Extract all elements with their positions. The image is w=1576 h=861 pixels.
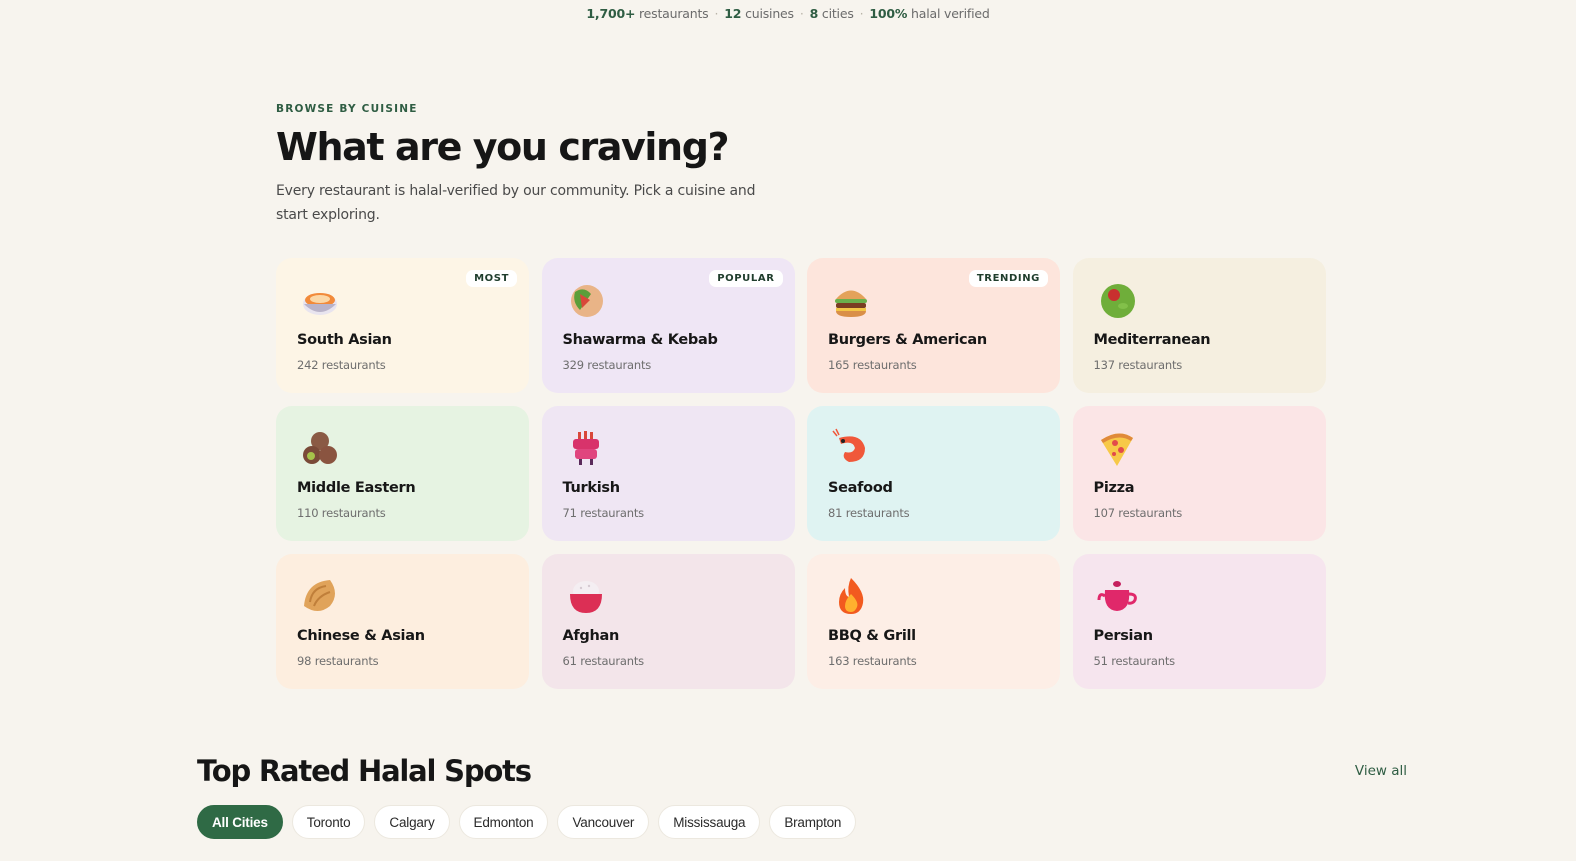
- burger-icon: [831, 280, 871, 320]
- cuisine-card-mediterranean[interactable]: Mediterranean 137 restaurants: [1072, 258, 1326, 393]
- cuisine-name: Chinese & Asian: [297, 628, 425, 644]
- cuisine-name: Burgers & American: [828, 332, 987, 348]
- stat-label: halal verified: [911, 6, 990, 21]
- cuisine-card-bbq-grill[interactable]: BBQ & Grill 163 restaurants: [807, 554, 1060, 689]
- cuisine-count: 71 restaurants: [562, 506, 645, 520]
- section-heading: What are you craving?: [276, 125, 730, 169]
- city-chip-edmonton[interactable]: Edmonton: [458, 805, 549, 839]
- city-chip-mississauga[interactable]: Mississauga: [658, 805, 761, 839]
- stats-bar: 1,700+ restaurants · 12 cuisines · 8 cities ·…: [0, 6, 1576, 21]
- section-subtitle: Every restaurant is halal-verified by ou…: [276, 182, 756, 223]
- stat-item: 8 cities: [810, 6, 854, 21]
- cuisine-badge: POPULAR: [709, 270, 783, 287]
- pizza-slice-icon: [1097, 428, 1137, 468]
- cuisine-card-shawarma-kebab[interactable]: POPULAR Shawarma & Kebab 329 restaurants: [541, 258, 795, 393]
- city-chip-vancouver[interactable]: Vancouver: [557, 805, 650, 839]
- cuisine-name: Pizza: [1093, 480, 1135, 496]
- cuisine-count: 242 restaurants: [297, 358, 386, 372]
- top-rated-heading: Top Rated Halal Spots: [197, 754, 532, 788]
- cuisine-name: South Asian: [297, 332, 392, 348]
- cuisine-card-afghan[interactable]: Afghan 61 restaurants: [541, 554, 795, 689]
- cuisine-name: Seafood: [828, 480, 893, 496]
- stat-item: 100% halal verified: [869, 6, 989, 21]
- cuisine-count: 110 restaurants: [297, 506, 386, 520]
- cuisine-card-turkish[interactable]: Turkish 71 restaurants: [541, 406, 795, 541]
- cuisine-name: Middle Eastern: [297, 480, 416, 496]
- city-chip-brampton[interactable]: Brampton: [769, 805, 857, 839]
- stat-label: cuisines: [745, 6, 794, 21]
- cuisine-count: 163 restaurants: [828, 654, 917, 668]
- cuisine-count: 51 restaurants: [1093, 654, 1176, 668]
- stat-value: 1,700+: [586, 6, 636, 21]
- cuisine-count: 98 restaurants: [297, 654, 379, 668]
- cuisine-card-chinese-asian[interactable]: Chinese & Asian 98 restaurants: [276, 554, 529, 689]
- cuisine-card-middle-eastern[interactable]: Middle Eastern 110 restaurants: [276, 406, 529, 541]
- stat-value: 8: [809, 6, 819, 21]
- stats-separator: ·: [714, 6, 719, 21]
- stat-value: 12: [724, 6, 742, 21]
- city-chip-toronto[interactable]: Toronto: [291, 805, 366, 839]
- cuisine-badge: TRENDING: [968, 270, 1048, 287]
- doner-grill-icon: [566, 428, 606, 468]
- cuisine-card-south-asian[interactable]: MOST South Asian 242 restaurants: [276, 258, 529, 393]
- cuisine-count: 329 restaurants: [562, 358, 652, 372]
- cuisine-count: 61 restaurants: [562, 654, 645, 668]
- cuisine-card-persian[interactable]: Persian 51 restaurants: [1072, 554, 1326, 689]
- stat-label: cities: [821, 6, 854, 21]
- city-chip-calgary[interactable]: Calgary: [374, 805, 450, 839]
- curry-bowl-icon: [300, 280, 340, 320]
- falafel-icon: [300, 428, 340, 468]
- rice-bowl-icon: [566, 576, 606, 616]
- shrimp-icon: [831, 428, 871, 468]
- stat-label: restaurants: [639, 6, 709, 21]
- cuisine-name: Mediterranean: [1093, 332, 1211, 348]
- cuisine-badge: MOST: [466, 270, 517, 287]
- cuisine-name: Turkish: [562, 480, 621, 496]
- city-filter-chips: All Cities Toronto Calgary Edmonton Vancouve…: [197, 805, 857, 839]
- section-eyebrow: BROWSE BY CUISINE: [276, 103, 418, 115]
- stat-value: 100%: [869, 6, 908, 21]
- stats-separator: ·: [799, 6, 804, 21]
- cuisine-count: 81 restaurants: [828, 506, 910, 520]
- olive-icon: [1097, 280, 1137, 320]
- cuisine-name: Shawarma & Kebab: [562, 332, 718, 348]
- cuisine-name: Persian: [1093, 628, 1154, 644]
- shawarma-wrap-icon: [566, 280, 606, 320]
- cuisine-count: 137 restaurants: [1093, 358, 1183, 372]
- cuisine-card-burgers-american[interactable]: TRENDING Burgers & American 165 restaurant…: [807, 258, 1060, 393]
- browse-by-cuisine-section: BROWSE BY CUISINE What are you craving? …: [276, 103, 1328, 227]
- cuisine-count: 107 restaurants: [1093, 506, 1183, 520]
- fire-icon: [831, 576, 871, 616]
- cuisine-card-seafood[interactable]: Seafood 81 restaurants: [807, 406, 1060, 541]
- stat-item: 12 cuisines: [724, 6, 794, 21]
- city-chip-all-cities[interactable]: All Cities: [197, 805, 283, 839]
- cuisine-grid: MOST South Asian 242 restaurants POPULAR Sha…: [276, 258, 1326, 689]
- cuisine-count: 165 restaurants: [828, 358, 917, 372]
- stats-separator: ·: [859, 6, 864, 21]
- stat-item: 1,700+ restaurants: [586, 6, 708, 21]
- cuisine-name: Afghan: [562, 628, 620, 644]
- cuisine-card-pizza[interactable]: Pizza 107 restaurants: [1072, 406, 1326, 541]
- view-all-link[interactable]: View all: [1355, 763, 1407, 779]
- cuisine-name: BBQ & Grill: [828, 628, 916, 644]
- top-rated-section: Top Rated Halal Spots View all: [197, 754, 1409, 788]
- teapot-icon: [1097, 576, 1137, 616]
- dumpling-icon: [300, 576, 340, 616]
